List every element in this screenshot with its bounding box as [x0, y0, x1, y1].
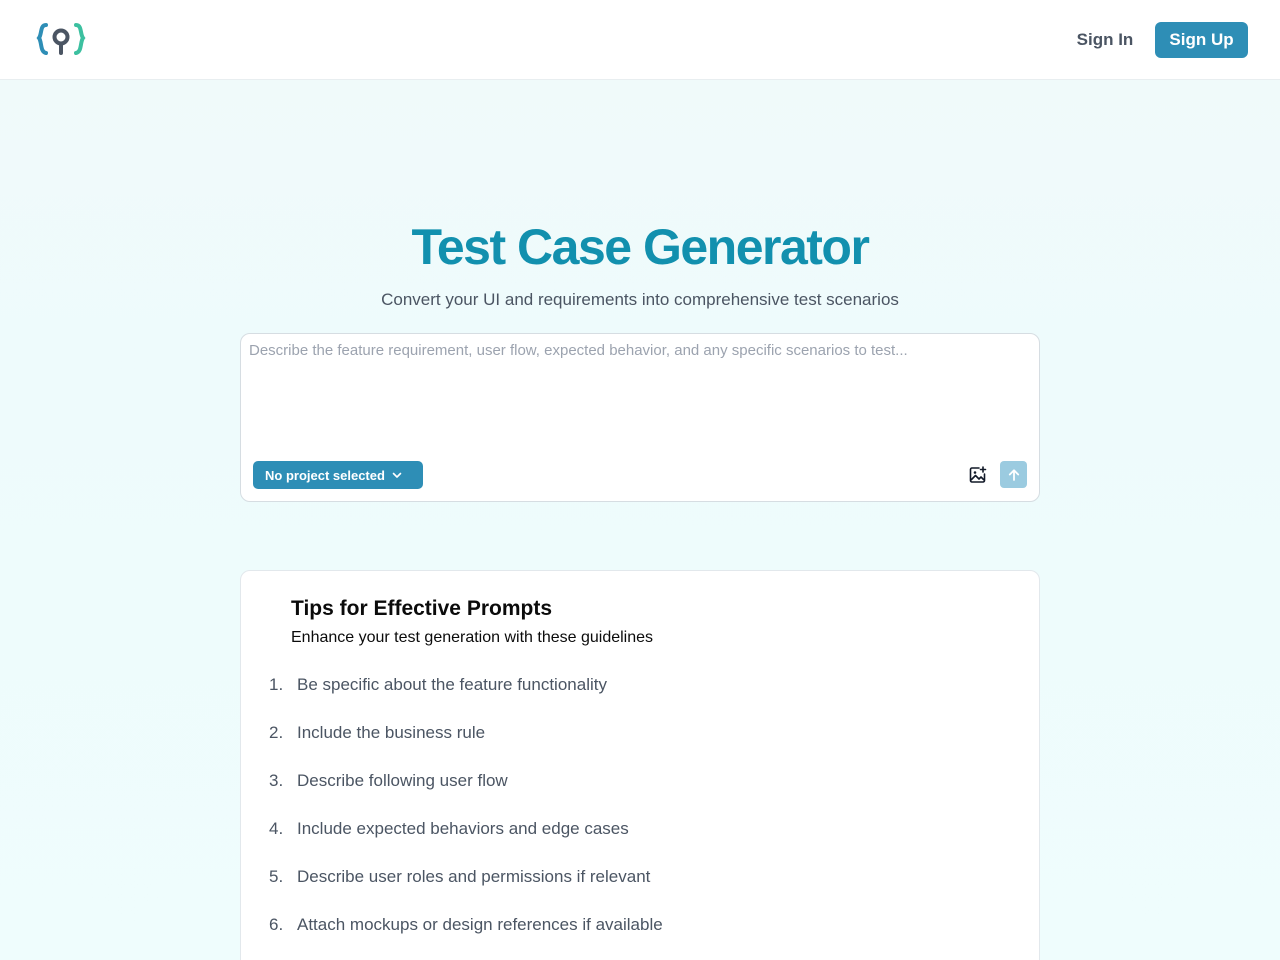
tip-item: 4. Include expected behaviors and edge c… [269, 819, 629, 843]
project-select-dropdown[interactable]: No project selected [253, 461, 423, 489]
tip-number: 5. [269, 867, 284, 886]
tip-text: Describe following user flow [297, 771, 508, 790]
tip-number: 3. [269, 771, 284, 790]
tip-number: 2. [269, 723, 284, 742]
send-button[interactable] [1000, 461, 1027, 488]
tip-text: Be specific about the feature functional… [297, 675, 607, 694]
tips-subtitle: Enhance your test generation with these … [291, 629, 654, 646]
tip-item: 2. Include the business rule [269, 723, 485, 747]
tip-text: Include expected behaviors and edge case… [297, 819, 629, 838]
tip-item: 3. Describe following user flow [269, 771, 508, 795]
sign-up-button[interactable]: Sign Up [1155, 22, 1248, 58]
logo[interactable] [36, 22, 88, 58]
image-plus-icon [969, 466, 987, 483]
tip-text: Attach mockups or design references if a… [297, 915, 663, 934]
tip-number: 4. [269, 819, 284, 838]
tips-card: Tips for Effective Prompts Enhance your … [240, 570, 1040, 960]
tip-item: 5. Describe user roles and permissions i… [269, 867, 650, 891]
tip-item: 1. Be specific about the feature functio… [269, 675, 607, 699]
tip-number: 6. [269, 915, 284, 934]
top-navbar: Sign In Sign Up [0, 0, 1280, 80]
page-title: Test Case Generator [411, 219, 870, 275]
prompt-box: No project selected [240, 333, 1040, 502]
tip-text: Describe user roles and permissions if r… [297, 867, 651, 886]
requirement-input[interactable] [249, 342, 1029, 452]
tips-title: Tips for Effective Prompts [291, 597, 553, 620]
tip-item: 6. Attach mockups or design references i… [269, 915, 663, 939]
chevron-down-icon [391, 469, 403, 481]
curly-brace-pin-logo-icon [36, 23, 86, 55]
arrow-up-icon [1008, 468, 1019, 481]
project-select-label: No project selected [265, 467, 385, 483]
attach-image-button[interactable] [965, 461, 991, 489]
tip-text: Include the business rule [297, 723, 486, 742]
tip-number: 1. [269, 675, 284, 694]
page-subtitle: Convert your UI and requirements into co… [381, 290, 899, 309]
sign-in-button[interactable]: Sign In [1066, 22, 1144, 58]
